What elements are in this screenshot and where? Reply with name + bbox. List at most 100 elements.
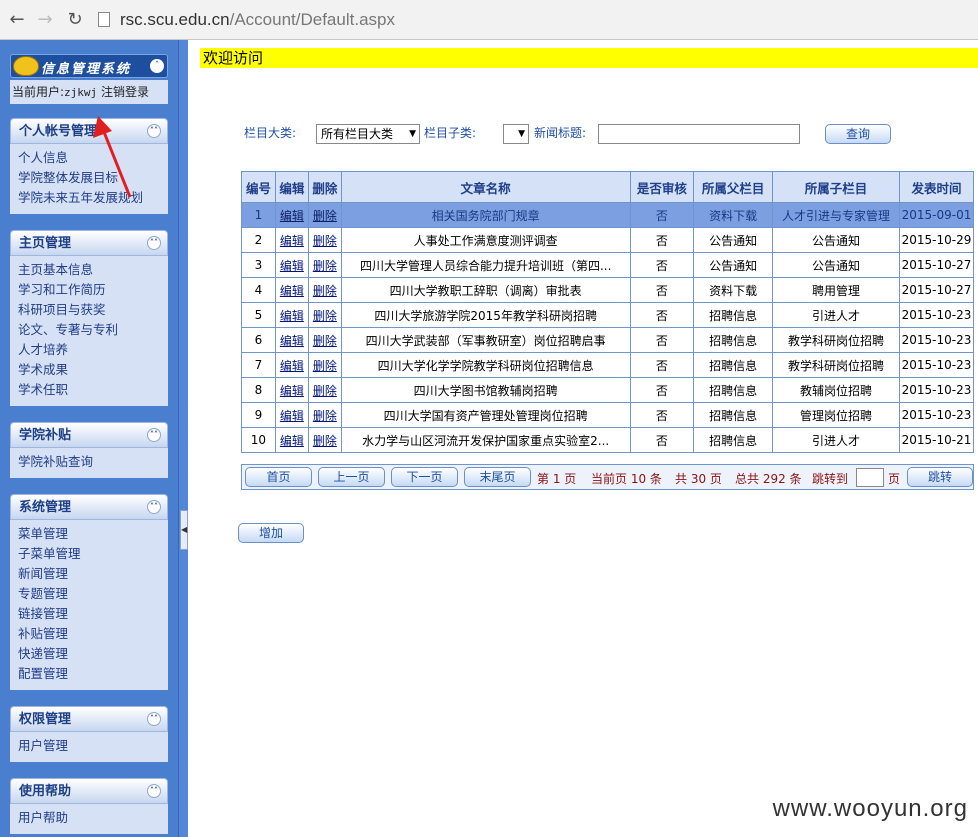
prev-page-button[interactable]: 上一页 bbox=[318, 467, 385, 487]
table-row[interactable]: 2 编辑 删除 人事处工作满意度测评调查 否 公告通知 公告通知 2015-10… bbox=[241, 227, 975, 253]
add-button[interactable]: 增加 bbox=[238, 523, 304, 543]
row-id: 3 bbox=[241, 252, 276, 278]
parent-column: 招聘信息 bbox=[693, 327, 774, 353]
child-column: 管理岗位招聘 bbox=[772, 402, 900, 428]
category-select[interactable]: 所有栏目大类 ▼ bbox=[316, 124, 420, 144]
menu-item[interactable]: 学术成果 bbox=[18, 360, 168, 380]
menu-item[interactable]: 菜单管理 bbox=[18, 524, 168, 544]
table-row[interactable]: 10 编辑 删除 水力学与山区河流开发保护国家重点实验室2... 否 招聘信息 … bbox=[241, 427, 975, 453]
edit-link[interactable]: 编辑 bbox=[280, 384, 304, 398]
frame-splitter[interactable] bbox=[178, 40, 188, 837]
table-row[interactable]: 5 编辑 删除 四川大学旅游学院2015年教学科研岗招聘 否 招聘信息 引进人才… bbox=[241, 302, 975, 328]
next-page-button[interactable]: 下一页 bbox=[391, 467, 458, 487]
chevron-up-icon[interactable]: ˄˄ bbox=[147, 784, 161, 798]
panel-header[interactable]: 学院补贴 ˄˄ bbox=[10, 422, 168, 448]
delete-link[interactable]: 删除 bbox=[313, 359, 337, 373]
jump-page-input[interactable] bbox=[856, 468, 884, 487]
subcategory-select[interactable]: ▼ bbox=[503, 124, 529, 144]
edit-link[interactable]: 编辑 bbox=[280, 334, 304, 348]
panel-title: 主页管理 bbox=[19, 236, 72, 251]
delete-link[interactable]: 删除 bbox=[313, 309, 337, 323]
chevron-up-icon[interactable]: ˄˄ bbox=[147, 428, 161, 442]
edit-link-cell: 编辑 bbox=[274, 327, 309, 353]
menu-item[interactable]: 子菜单管理 bbox=[18, 544, 168, 564]
chevron-up-icon[interactable]: ˄˄ bbox=[147, 712, 161, 726]
delete-link-cell: 删除 bbox=[307, 327, 342, 353]
first-page-button[interactable]: 首页 bbox=[245, 467, 312, 487]
publish-date: 2015-10-29 bbox=[898, 227, 975, 253]
last-page-button[interactable]: 末尾页 bbox=[464, 467, 531, 487]
table-row[interactable]: 3 编辑 删除 四川大学管理人员综合能力提升培训班（第四... 否 公告通知 公… bbox=[241, 252, 975, 278]
column-header: 删除 bbox=[307, 171, 342, 203]
back-arrow-icon[interactable]: ← bbox=[6, 9, 28, 31]
delete-link[interactable]: 删除 bbox=[313, 334, 337, 348]
news-title-input[interactable] bbox=[598, 124, 800, 144]
reload-icon[interactable]: ↻ bbox=[64, 9, 86, 31]
delete-link[interactable]: 删除 bbox=[313, 384, 337, 398]
menu-item[interactable]: 补贴管理 bbox=[18, 624, 168, 644]
parent-column: 招聘信息 bbox=[693, 302, 774, 328]
menu-item[interactable]: 个人信息 bbox=[18, 148, 168, 168]
table-row[interactable]: 4 编辑 删除 四川大学教职工辞职（调离）审批表 否 资料下载 聘用管理 201… bbox=[241, 277, 975, 303]
menu-item[interactable]: 科研项目与获奖 bbox=[18, 300, 168, 320]
menu-item[interactable]: 学院补贴查询 bbox=[18, 452, 168, 472]
menu-item[interactable]: 论文、专著与专利 bbox=[18, 320, 168, 340]
collapse-all-icon[interactable]: ˆ bbox=[150, 59, 164, 73]
collapse-left-icon[interactable]: ◀ bbox=[180, 510, 188, 550]
panel-title: 系统管理 bbox=[19, 500, 72, 515]
edit-link[interactable]: 编辑 bbox=[280, 409, 304, 423]
chevron-up-icon[interactable]: ˄˄ bbox=[147, 124, 161, 138]
panel-header[interactable]: 系统管理 ˄˄ bbox=[10, 494, 168, 520]
menu-item[interactable]: 专题管理 bbox=[18, 584, 168, 604]
forward-arrow-icon[interactable]: → bbox=[34, 9, 56, 31]
menu-item[interactable]: 快递管理 bbox=[18, 644, 168, 664]
menu-item[interactable]: 用户管理 bbox=[18, 736, 168, 756]
delete-link[interactable]: 删除 bbox=[313, 234, 337, 248]
delete-link[interactable]: 删除 bbox=[313, 434, 337, 448]
menu-item[interactable]: 学院未来五年发展规划 bbox=[18, 188, 168, 208]
panel-header[interactable]: 权限管理 ˄˄ bbox=[10, 706, 168, 732]
table-row[interactable]: 9 编辑 删除 四川大学国有资产管理处管理岗位招聘 否 招聘信息 管理岗位招聘 … bbox=[241, 402, 975, 428]
publish-date: 2015-10-23 bbox=[898, 377, 975, 403]
edit-link[interactable]: 编辑 bbox=[280, 259, 304, 273]
table-row[interactable]: 8 编辑 删除 四川大学图书馆教辅岗招聘 否 招聘信息 教辅岗位招聘 2015-… bbox=[241, 377, 975, 403]
menu-item[interactable]: 学术任职 bbox=[18, 380, 168, 400]
chevron-up-icon[interactable]: ˄˄ bbox=[147, 236, 161, 250]
menu-item[interactable]: 新闻管理 bbox=[18, 564, 168, 584]
edit-link[interactable]: 编辑 bbox=[280, 234, 304, 248]
publish-date: 2015-10-23 bbox=[898, 327, 975, 353]
menu-item[interactable]: 人才培养 bbox=[18, 340, 168, 360]
menu-item[interactable]: 学习和工作简历 bbox=[18, 280, 168, 300]
edit-link[interactable]: 编辑 bbox=[280, 434, 304, 448]
delete-link[interactable]: 删除 bbox=[313, 409, 337, 423]
chevron-up-icon[interactable]: ˄˄ bbox=[147, 500, 161, 514]
table-row[interactable]: 7 编辑 删除 四川大学化学学院教学科研岗位招聘信息 否 招聘信息 教学科研岗位… bbox=[241, 352, 975, 378]
jump-button[interactable]: 跳转 bbox=[907, 467, 973, 487]
address-bar[interactable]: rsc.scu.edu.cn/Account/Default.aspx bbox=[120, 8, 395, 32]
table-row[interactable]: 6 编辑 删除 四川大学武装部（军事教研室）岗位招聘启事 否 招聘信息 教学科研… bbox=[241, 327, 975, 353]
menu-item[interactable]: 配置管理 bbox=[18, 664, 168, 684]
publish-date: 2015-09-01 bbox=[898, 202, 975, 228]
search-button[interactable]: 查询 bbox=[825, 124, 891, 144]
panel-account: 个人帐号管理 ˄˄ 个人信息 学院整体发展目标 学院未来五年发展规划 bbox=[10, 118, 168, 214]
article-name: 四川大学旅游学院2015年教学科研岗招聘 bbox=[340, 302, 631, 328]
edit-link[interactable]: 编辑 bbox=[280, 284, 304, 298]
menu-item[interactable]: 学院整体发展目标 bbox=[18, 168, 168, 188]
edit-link[interactable]: 编辑 bbox=[280, 209, 304, 223]
delete-link[interactable]: 删除 bbox=[313, 259, 337, 273]
delete-link[interactable]: 删除 bbox=[313, 209, 337, 223]
panel-header[interactable]: 使用帮助 ˄˄ bbox=[10, 778, 168, 804]
per-page-text: 当前页 10 条 bbox=[591, 472, 662, 486]
menu-item[interactable]: 链接管理 bbox=[18, 604, 168, 624]
edit-link[interactable]: 编辑 bbox=[280, 359, 304, 373]
panel-menu: 主页基本信息 学习和工作简历 科研项目与获奖 论文、专著与专利 人才培养 学术成… bbox=[10, 256, 168, 406]
panel-header[interactable]: 个人帐号管理 ˄˄ bbox=[10, 118, 168, 144]
delete-link[interactable]: 删除 bbox=[313, 284, 337, 298]
menu-item[interactable]: 主页基本信息 bbox=[18, 260, 168, 280]
audit-status: 否 bbox=[629, 202, 695, 228]
logout-link[interactable]: 注销登录 bbox=[101, 85, 149, 99]
panel-header[interactable]: 主页管理 ˄˄ bbox=[10, 230, 168, 256]
table-row[interactable]: 1 编辑 删除 相关国务院部门规章 否 资料下载 人才引进与专家管理 2015-… bbox=[241, 202, 975, 228]
edit-link[interactable]: 编辑 bbox=[280, 309, 304, 323]
menu-item[interactable]: 用户帮助 bbox=[18, 808, 168, 828]
